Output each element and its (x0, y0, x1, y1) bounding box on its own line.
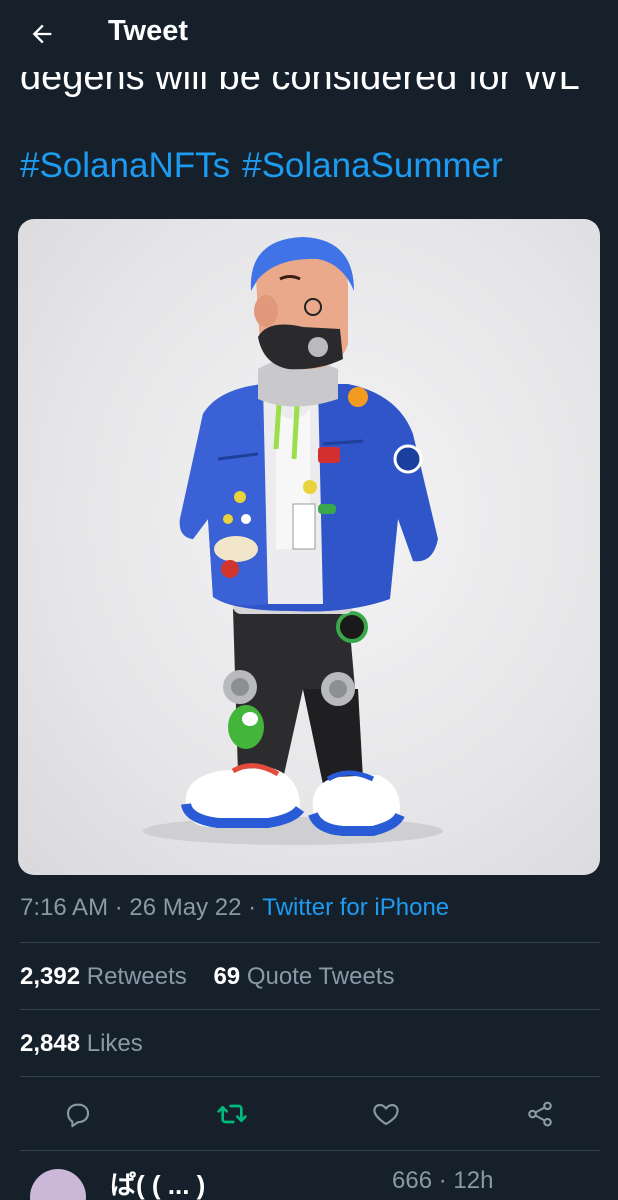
comment-icon (66, 1103, 90, 1128)
page-title: Tweet (108, 15, 189, 47)
tweet-meta: 7:16 AM · 26 May 22 · Twitter for iPhone (20, 894, 449, 922)
tweet-image[interactable] (18, 219, 600, 875)
retweets-count: 2,392 (20, 963, 81, 990)
retweet-icon (217, 1104, 247, 1124)
heart-icon (373, 1103, 399, 1126)
character-figure-image (143, 237, 443, 845)
likes-label: Likes (86, 1030, 143, 1057)
retweets-link[interactable]: 2,392 Retweets (20, 963, 187, 990)
divider (20, 1150, 600, 1151)
hashtag-line: #SolanaNFTs #SolanaSummer (20, 146, 515, 186)
quote-tweets-link[interactable]: 69 Quote Tweets (213, 963, 394, 990)
quote-tweets-count: 69 (213, 963, 241, 990)
tweet-time[interactable]: 7:16 AM (20, 894, 108, 921)
divider (20, 1009, 600, 1010)
likes-stats-row: 2,848 Likes (20, 1030, 143, 1058)
divider (20, 1076, 600, 1077)
reply-button[interactable] (56, 1092, 100, 1136)
hashtag-link[interactable]: #SolanaNFTs (20, 146, 230, 185)
likes-count: 2,848 (20, 1030, 81, 1057)
meta-separator: · (248, 894, 257, 921)
avatar[interactable] (30, 1169, 86, 1200)
tweet-actions (0, 1092, 618, 1136)
share-icon (528, 1101, 552, 1127)
retweet-stats-row: 2,392 Retweets 69 Quote Tweets (20, 963, 394, 991)
reply-meta: 666 · 12h (392, 1167, 494, 1194)
tweet-source-link[interactable]: Twitter for iPhone (262, 894, 449, 921)
arrow-left-icon (32, 24, 52, 44)
divider (20, 942, 600, 943)
like-button[interactable] (364, 1092, 408, 1136)
retweet-button[interactable] (210, 1092, 254, 1136)
hashtag-link[interactable]: #SolanaSummer (242, 146, 503, 185)
tweet-detail-page: Tweet degens will be considered for WL #… (0, 0, 618, 1200)
likes-link[interactable]: 2,848 Likes (20, 1030, 143, 1057)
back-button[interactable] (22, 14, 62, 54)
quote-tweets-label: Quote Tweets (246, 963, 395, 990)
reply-author-name: ぱ( ( ... ) (110, 1170, 206, 1200)
reply-preview[interactable]: ぱ( ( ... ) 666 · 12h (0, 1165, 618, 1200)
top-bar: Tweet (0, 0, 618, 72)
retweets-label: Retweets (86, 963, 187, 990)
tweet-date[interactable]: 26 May 22 (129, 894, 241, 921)
share-button[interactable] (518, 1092, 562, 1136)
meta-separator: · (114, 894, 123, 921)
